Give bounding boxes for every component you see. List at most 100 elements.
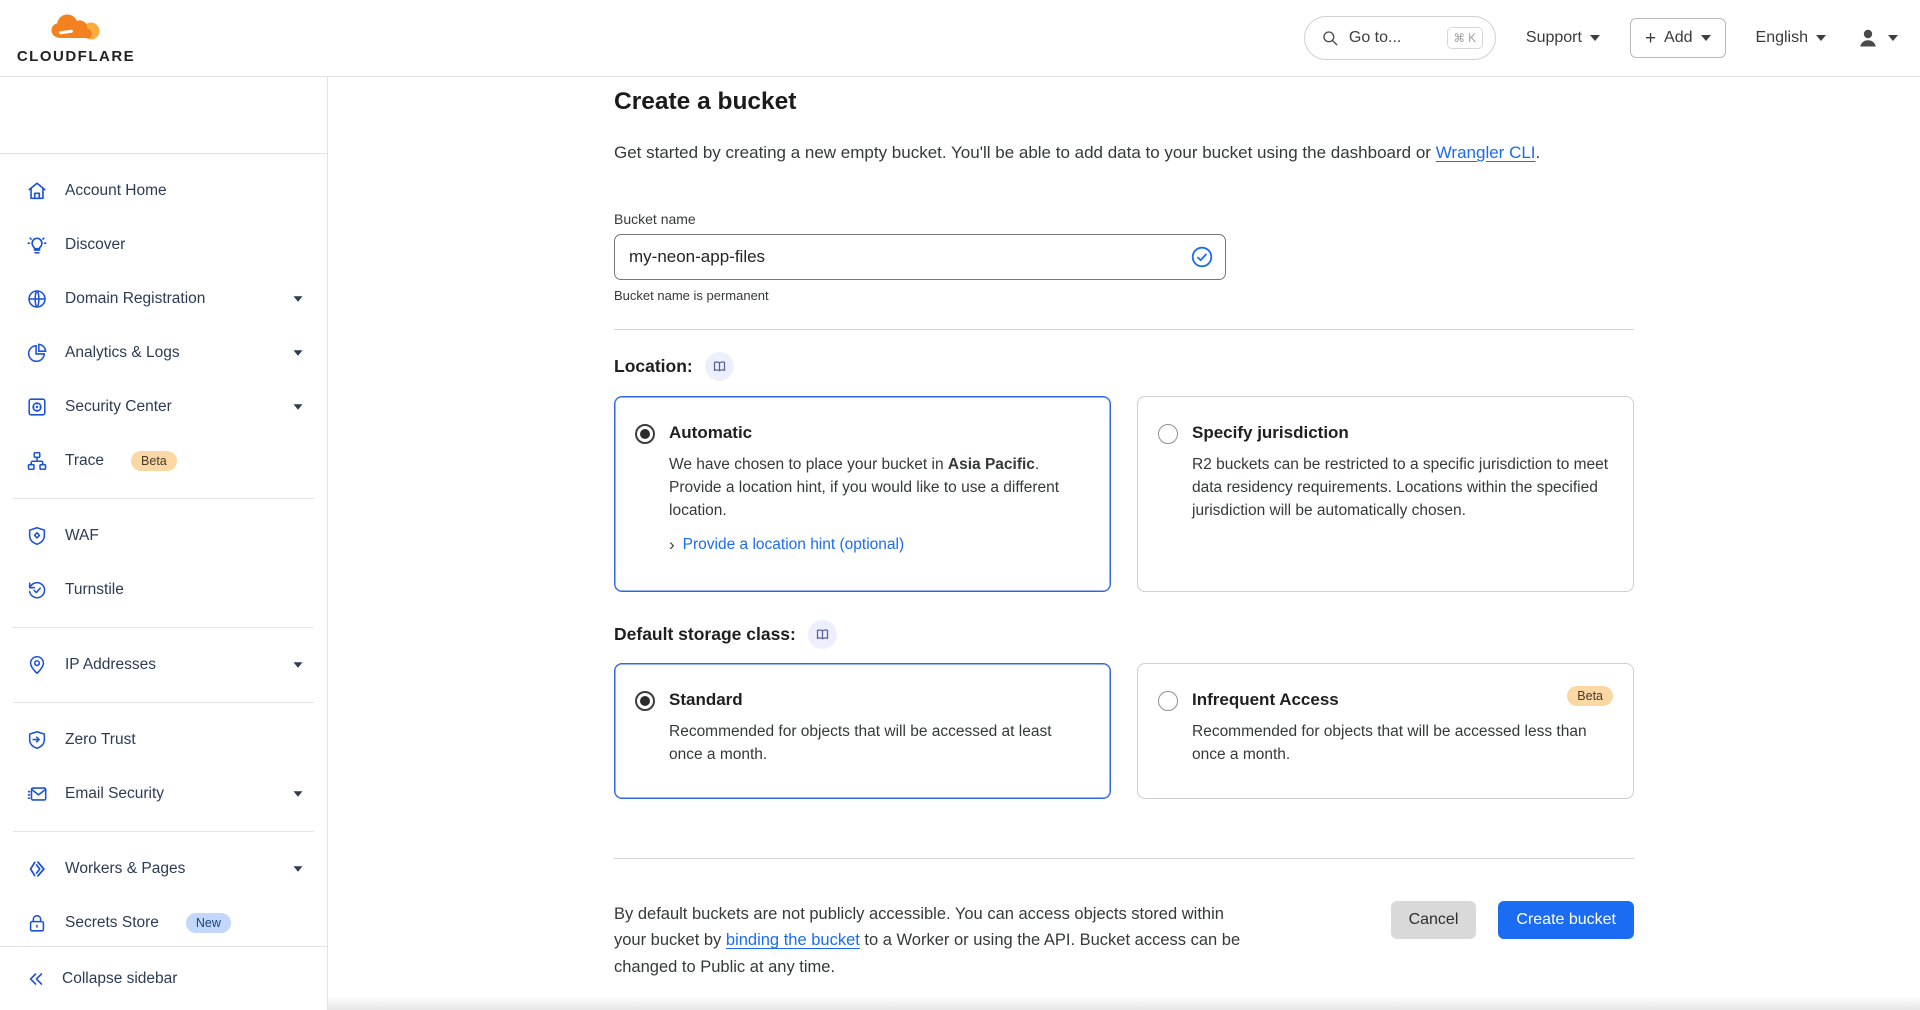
double-chevron-left-icon [26, 969, 46, 989]
chevron-down-icon [1888, 35, 1898, 41]
sidebar-item-security-center[interactable]: Security Center [0, 380, 327, 434]
radio-unselected-icon[interactable] [1158, 424, 1178, 444]
storage-docs-button[interactable] [808, 620, 837, 649]
radio-unselected-icon[interactable] [1158, 691, 1178, 711]
workers-icon [26, 858, 48, 880]
sidebar-divider [13, 627, 314, 628]
plus-icon: + [1645, 29, 1656, 48]
vault-icon [26, 396, 48, 418]
chevron-down-icon [294, 350, 303, 355]
sidebar-account-area [0, 77, 327, 154]
chevron-down-icon [1701, 35, 1711, 41]
sidebar-item-label: Turnstile [65, 581, 124, 599]
main-content: Create a bucket Get started by creating … [328, 77, 1920, 1010]
sidebar-item-ip-addresses[interactable]: IP Addresses [0, 638, 327, 692]
storage-option-standard[interactable]: Standard Recommended for objects that wi… [614, 663, 1111, 799]
sidebar: Account Home Discover Domain Registratio… [0, 77, 328, 1010]
account-menu[interactable] [1856, 26, 1898, 50]
storage-class-heading: Default storage class: [614, 624, 796, 645]
top-header: CLOUDFLARE Go to... ⌘ K Support + Add En… [0, 0, 1920, 77]
collapse-sidebar-label: Collapse sidebar [62, 970, 177, 988]
intro-suffix: . [1536, 143, 1541, 162]
header-actions: Go to... ⌘ K Support + Add English [1304, 16, 1898, 60]
sidebar-item-waf[interactable]: WAF [0, 509, 327, 563]
sidebar-item-analytics-logs[interactable]: Analytics & Logs [0, 326, 327, 380]
global-search[interactable]: Go to... ⌘ K [1304, 16, 1496, 60]
chevron-down-icon [294, 296, 303, 301]
sidebar-item-label: Analytics & Logs [65, 344, 180, 362]
sidebar-item-label: Secrets Store [65, 914, 159, 932]
sidebar-divider [13, 702, 314, 703]
location-option-specify-jurisdiction[interactable]: Specify jurisdiction R2 buckets can be r… [1137, 396, 1634, 592]
search-placeholder: Go to... [1349, 29, 1401, 47]
option-description: We have chosen to place your bucket in A… [669, 453, 1086, 523]
cloudflare-logo[interactable]: CLOUDFLARE [18, 12, 134, 65]
option-description: Recommended for objects that will be acc… [669, 720, 1086, 767]
home-icon [26, 180, 48, 202]
language-menu[interactable]: English [1756, 29, 1826, 47]
option-title: Automatic [669, 423, 1086, 443]
add-label: Add [1664, 29, 1692, 47]
sitemap-icon [26, 450, 48, 472]
sidebar-nav: Account Home Discover Domain Registratio… [0, 154, 327, 946]
search-shortcut-badge: ⌘ K [1447, 27, 1483, 49]
radio-selected-icon[interactable] [635, 691, 655, 711]
radio-selected-icon[interactable] [635, 424, 655, 444]
lock-icon [26, 912, 48, 934]
desc-text: We have chosen to place your bucket in [669, 456, 948, 473]
map-pin-icon [26, 654, 48, 676]
location-option-automatic[interactable]: Automatic We have chosen to place your b… [614, 396, 1111, 592]
sidebar-item-turnstile[interactable]: Turnstile [0, 563, 327, 617]
option-description: Recommended for objects that will be acc… [1192, 720, 1609, 767]
chevron-down-icon [294, 791, 303, 796]
sidebar-item-label: Account Home [65, 182, 167, 200]
sidebar-divider [13, 498, 314, 499]
support-label: Support [1526, 29, 1582, 47]
create-bucket-button[interactable]: Create bucket [1498, 901, 1634, 939]
option-description: R2 buckets can be restricted to a specif… [1192, 453, 1609, 523]
chevron-down-icon [294, 866, 303, 871]
storage-option-infrequent-access[interactable]: Infrequent Access Recommended for object… [1137, 663, 1634, 799]
sidebar-item-label: IP Addresses [65, 656, 156, 674]
sidebar-item-domain-registration[interactable]: Domain Registration [0, 272, 327, 326]
search-icon [1321, 29, 1339, 47]
option-title: Specify jurisdiction [1192, 423, 1609, 443]
section-divider [614, 858, 1634, 859]
sidebar-item-label: Email Security [65, 785, 164, 803]
location-hint-link[interactable]: Provide a location hint (optional) [683, 536, 904, 554]
support-menu[interactable]: Support [1526, 29, 1600, 47]
sidebar-item-account-home[interactable]: Account Home [0, 164, 327, 218]
sidebar-divider [13, 831, 314, 832]
book-icon [815, 627, 830, 642]
new-badge: New [186, 913, 231, 933]
bucket-name-helper: Bucket name is permanent [614, 288, 1634, 303]
intro-text: Get started by creating a new empty buck… [614, 143, 1431, 162]
sidebar-item-workers-pages[interactable]: Workers & Pages [0, 842, 327, 896]
beta-badge: Beta [1567, 686, 1613, 706]
wrangler-cli-link[interactable]: Wrangler CLI [1436, 143, 1536, 162]
cancel-button[interactable]: Cancel [1391, 901, 1477, 939]
chevron-down-icon [1816, 35, 1826, 41]
sidebar-item-label: Security Center [65, 398, 172, 416]
sidebar-item-email-security[interactable]: Email Security [0, 767, 327, 821]
sidebar-item-label: Domain Registration [65, 290, 205, 308]
sidebar-item-zero-trust[interactable]: Zero Trust [0, 713, 327, 767]
sidebar-item-secrets-store[interactable]: Secrets Store New [0, 896, 327, 946]
collapse-sidebar-button[interactable]: Collapse sidebar [0, 946, 327, 1010]
sidebar-item-discover[interactable]: Discover [0, 218, 327, 272]
sidebar-item-trace[interactable]: Trace Beta [0, 434, 327, 488]
sidebar-item-label: Workers & Pages [65, 860, 185, 878]
lightbulb-icon [26, 234, 48, 256]
location-heading: Location: [614, 356, 693, 377]
bucket-name-field: Bucket name Bucket name is permanent [614, 211, 1634, 303]
shield-gear-icon [26, 525, 48, 547]
bucket-name-input[interactable] [614, 234, 1226, 280]
sidebar-item-label: WAF [65, 527, 99, 545]
sidebar-item-label: Zero Trust [65, 731, 136, 749]
add-button[interactable]: + Add [1630, 18, 1726, 58]
location-docs-button[interactable] [705, 352, 734, 381]
bucket-name-label: Bucket name [614, 211, 1634, 227]
shield-arrow-icon [26, 729, 48, 751]
binding-the-bucket-link[interactable]: binding the bucket [726, 931, 860, 949]
pie-chart-icon [26, 342, 48, 364]
